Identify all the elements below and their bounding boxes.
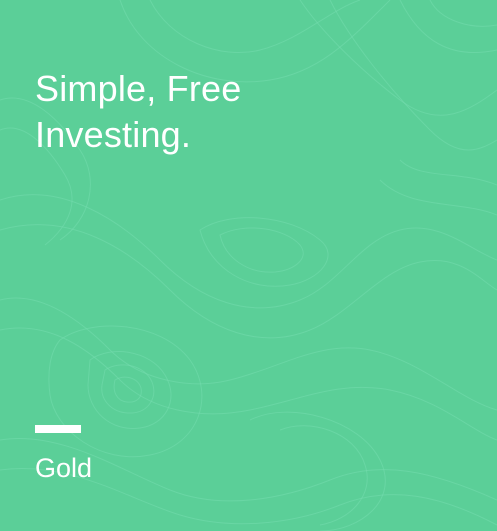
headline-line-2: Investing. bbox=[35, 114, 192, 155]
headline: Simple, Free Investing. bbox=[35, 66, 241, 158]
headline-line-1: Simple, Free bbox=[35, 68, 242, 109]
accent-bar bbox=[35, 425, 81, 433]
product-card[interactable]: Simple, Free Investing. Gold bbox=[0, 0, 497, 531]
category-label: Gold bbox=[35, 453, 93, 483]
